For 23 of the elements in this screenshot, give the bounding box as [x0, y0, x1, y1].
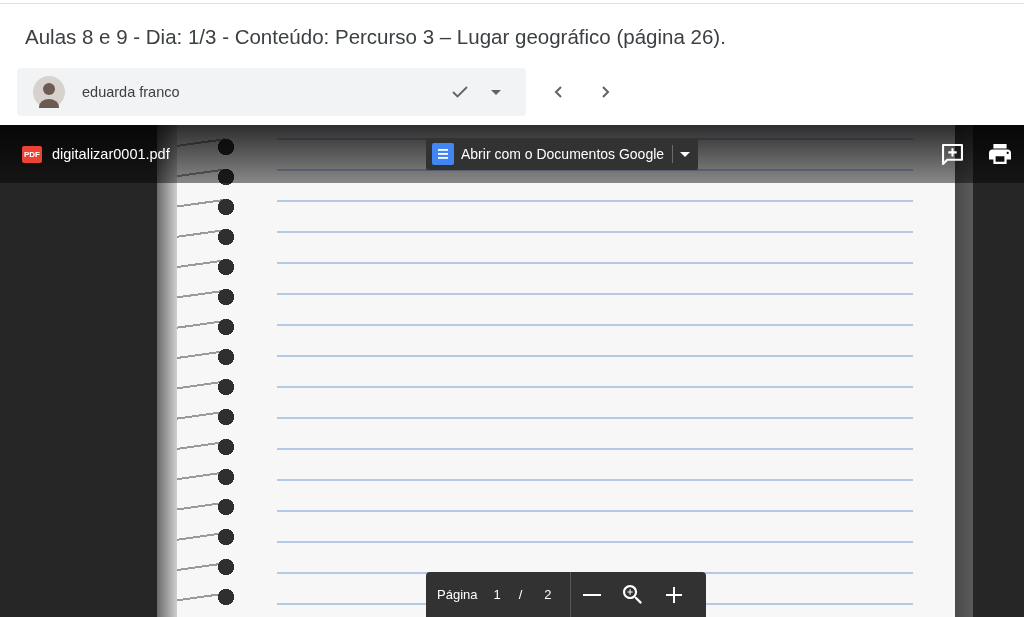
page-label: Página	[437, 587, 478, 602]
pdf-file-icon: PDF	[22, 145, 42, 163]
avatar	[33, 76, 65, 108]
chevron-left-icon	[554, 86, 562, 98]
student-name: eduarda franco	[82, 84, 181, 100]
print-icon	[989, 144, 1011, 164]
caret-icon	[680, 151, 691, 157]
open-with-menu-button[interactable]	[672, 138, 699, 170]
check-icon	[452, 86, 468, 98]
page-separator: /	[518, 587, 523, 602]
caret-icon	[491, 89, 501, 95]
assignment-title: Aulas 8 e 9 - Dia: 1/3 - Conteúdo: Percurso 3 – Lugar geográfico (página 26).	[25, 25, 727, 49]
student-selector[interactable]: eduarda franco	[17, 68, 526, 116]
current-page-number[interactable]: 1	[493, 587, 501, 602]
document-icon	[432, 143, 454, 165]
zoom-icon	[623, 585, 643, 604]
total-pages: 2	[544, 587, 552, 602]
open-with-button[interactable]: Abrir com o Documentos Google	[426, 138, 673, 170]
minus-icon	[582, 593, 601, 596]
chevron-right-icon	[602, 86, 610, 98]
add-comment-icon	[941, 143, 963, 165]
plus-icon	[665, 586, 682, 603]
file-name: digitalizar0001.pdf	[52, 146, 170, 162]
